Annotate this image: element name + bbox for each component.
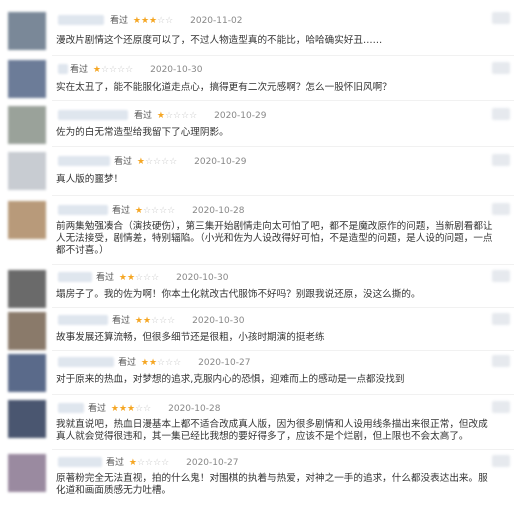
avatar[interactable] [8,106,46,144]
username[interactable] [58,156,110,166]
comment-text: 原著粉完全无法直视，拍的什么鬼！对围棋的执着与热爱，对神之一手的追求，什么都没表… [56,473,488,496]
comment-text: 漫改片剧情这个还原度可以了，不过人物造型真的不能比，哈哈确实好丑…… [56,35,383,46]
comment-text: 我就直说吧，热血日漫基本上都不适合改成真人版，因为很多剧情和人设用线条描出来很正… [56,419,488,442]
like-button[interactable] [492,203,510,215]
avatar[interactable] [8,60,46,98]
like-button[interactable] [492,154,510,166]
username[interactable] [58,272,92,282]
like-button[interactable] [492,270,510,282]
like-button[interactable] [492,62,510,74]
comment-text: 故事发展还算流畅，但很多细节还是很粗，小孩时期演的挺老练 [56,332,325,343]
username[interactable] [58,357,114,367]
like-button[interactable] [492,401,510,413]
comment-date: 2020-10-30 [176,273,229,283]
divider [52,350,514,351]
comment-date: 2020-10-28 [192,206,245,216]
star-rating: ★★☆☆☆ [134,316,176,326]
star-rating: ★☆☆☆☆ [134,206,176,216]
rating-meta: 看过 ★☆☆☆☆ 2020-10-28 [112,206,245,216]
avatar[interactable] [8,354,46,392]
username[interactable] [58,205,108,215]
divider [52,449,514,450]
watched-label: 看过 [110,16,129,26]
rating-meta: 看过 ★★☆☆☆ 2020-10-27 [118,358,251,368]
rating-meta: 看过 ★☆☆☆☆ 2020-10-30 [70,65,203,75]
avatar[interactable] [8,454,46,492]
divider [52,307,514,308]
divider [52,394,514,395]
username[interactable] [58,403,84,413]
comment-text: 佐为的白无常造型给我留下了心理阴影。 [56,127,229,138]
comment-text: 对于原来的热血，对梦想的追求,克服内心的恐惧，迎难而上的感动是一点都没找到 [56,374,405,385]
comment-date: 2020-10-30 [192,316,245,326]
username[interactable] [58,457,102,467]
comment-date: 2020-10-28 [168,404,221,414]
rating-meta: 看过 ★☆☆☆☆ 2020-10-27 [106,458,239,468]
avatar[interactable] [8,270,46,308]
star-rating: ★★★☆☆ [132,16,174,26]
divider [52,55,514,56]
comment-date: 2020-10-30 [150,65,203,75]
comment-text: 前两集勉强凑合（演技硬伤），第三集开始剧情走向太可怕了吧，都不是魔改原作的问题，… [56,221,493,256]
username[interactable] [58,315,108,325]
like-button[interactable] [492,12,510,24]
avatar[interactable] [8,400,46,438]
avatar[interactable] [8,312,46,350]
comment-date: 2020-10-27 [198,358,251,368]
comment-text: 实在太丑了，能不能服化道走点心，搞得更有二次元感啊？怎么一股怀旧风啊？ [56,82,392,93]
like-button[interactable] [492,355,510,367]
star-rating: ★☆☆☆☆ [136,157,178,167]
rating-meta: 看过 ★★★☆☆ 2020-11-02 [110,13,242,26]
avatar[interactable] [8,152,46,190]
rating-meta: 看过 ★★☆☆☆ 2020-10-30 [96,273,229,283]
rating-meta: 看过 ★★★☆☆ 2020-10-28 [88,404,221,414]
like-button[interactable] [492,313,510,325]
comment-text: 真人版的噩梦！ [56,174,124,185]
avatar[interactable] [8,201,46,239]
avatar[interactable] [8,12,46,50]
username[interactable] [58,110,128,120]
star-rating: ★☆☆☆☆ [128,458,170,468]
username[interactable] [58,64,68,74]
star-rating: ★☆☆☆☆ [156,111,198,121]
divider [52,195,514,196]
star-rating: ★☆☆☆☆ [92,65,134,75]
comment-date: 2020-10-29 [214,111,267,121]
rating-meta: 看过 ★☆☆☆☆ 2020-10-29 [114,157,247,167]
comment-date: 2020-10-29 [194,157,247,167]
rating-meta: 看过 ★☆☆☆☆ 2020-10-29 [134,111,267,121]
like-button[interactable] [492,455,510,467]
divider [52,100,514,101]
like-button[interactable] [492,108,510,120]
star-rating: ★★☆☆☆ [140,358,182,368]
comment-text: 塌房子了。我的佐为啊！你本土化就改古代服饰不好吗？别跟我说还原，没这么撕的。 [56,289,421,300]
comment-date: 2020-11-02 [190,16,243,26]
divider [52,264,514,265]
star-rating: ★★☆☆☆ [118,273,160,283]
username[interactable] [58,15,104,25]
comment-date: 2020-10-27 [186,458,239,468]
star-rating: ★★★☆☆ [110,404,152,414]
divider [52,146,514,147]
rating-meta: 看过 ★★☆☆☆ 2020-10-30 [112,316,245,326]
